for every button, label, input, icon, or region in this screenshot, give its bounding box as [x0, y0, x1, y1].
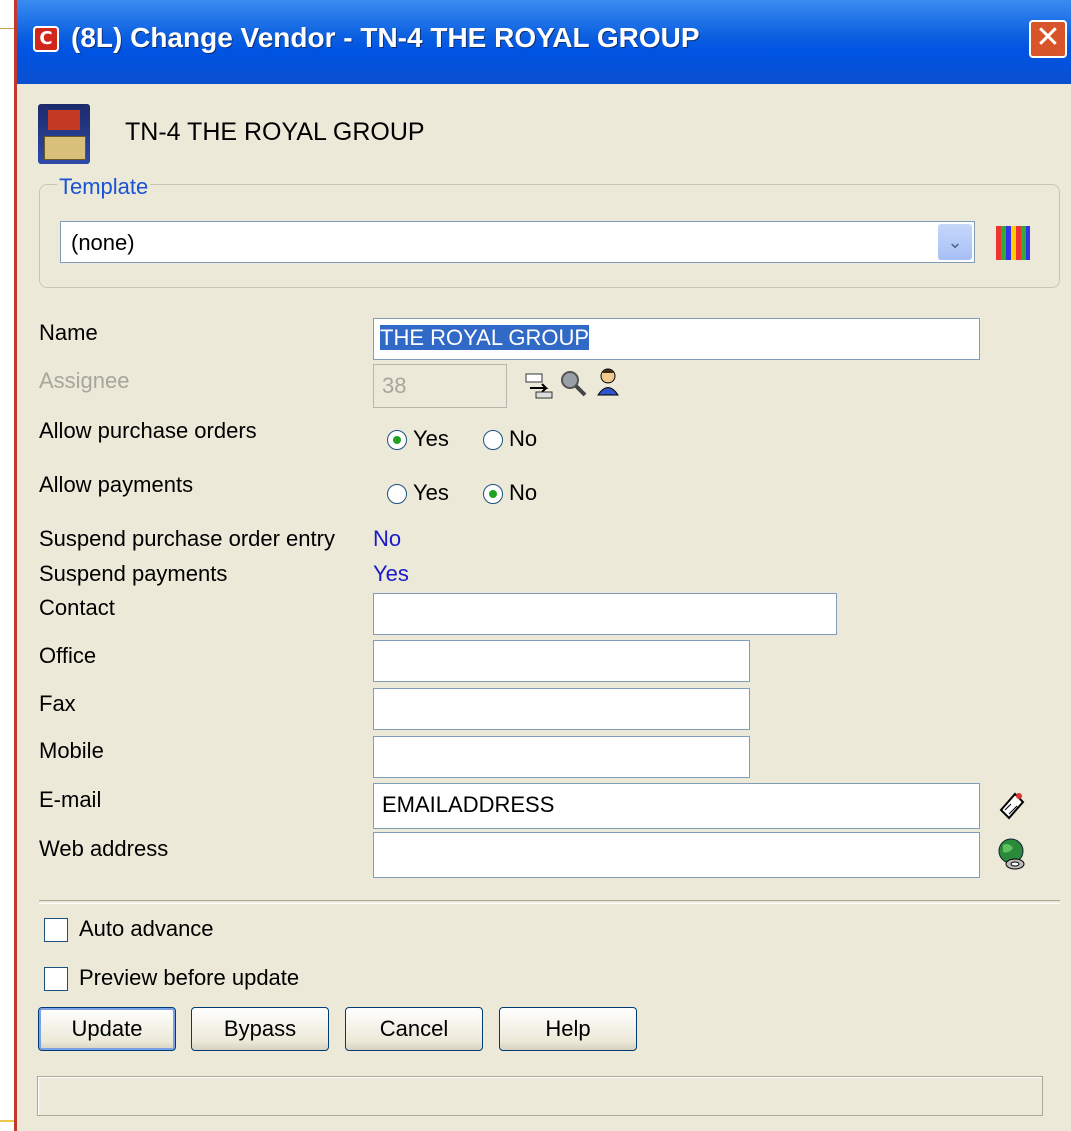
globe-icon[interactable] [995, 836, 1029, 872]
template-select[interactable]: (none) ⌄ [60, 221, 975, 263]
fax-label: Fax [39, 691, 76, 716]
email-field[interactable]: EMAILADDRESS [373, 783, 980, 829]
allow-po-no-label: No [509, 426, 538, 451]
bypass-button[interactable]: Bypass [191, 1007, 329, 1051]
assign-arrow-icon[interactable] [524, 370, 554, 400]
web-address-field[interactable] [373, 832, 980, 878]
web-address-label: Web address [39, 836, 169, 861]
update-button[interactable]: Update [38, 1007, 176, 1051]
suspend-payments-label: Suspend payments [39, 561, 228, 586]
template-legend: Template [57, 174, 151, 200]
person-icon[interactable] [593, 366, 623, 396]
chevron-down-icon[interactable]: ⌄ [938, 224, 972, 260]
allow-po-yes-radio[interactable] [387, 430, 407, 450]
search-icon[interactable] [558, 368, 588, 398]
auto-advance-checkbox[interactable] [44, 918, 68, 942]
name-value: THE ROYAL GROUP [380, 325, 590, 350]
app-icon: C [33, 26, 59, 52]
allow-payments-no-label: No [509, 480, 538, 505]
vendor-logo-icon [38, 104, 90, 164]
allow-payments-yes-label: Yes [413, 480, 449, 505]
help-button[interactable]: Help [499, 1007, 637, 1051]
assignee-field[interactable]: 38 [373, 364, 507, 408]
name-label: Name [39, 320, 98, 345]
email-label: E-mail [39, 787, 102, 812]
logo-box [44, 136, 86, 160]
mobile-label: Mobile [39, 738, 104, 763]
preview-before-update-label: Preview before update [79, 965, 300, 990]
fax-field[interactable] [373, 688, 750, 730]
auto-advance-label: Auto advance [79, 916, 214, 941]
change-vendor-dialog: C (8L) Change Vendor - TN-4 THE ROYAL GR… [14, 0, 1071, 1131]
preview-before-update-checkbox[interactable] [44, 967, 68, 991]
vendor-heading: TN-4 THE ROYAL GROUP [125, 118, 425, 146]
suspend-po-label: Suspend purchase order entry [39, 526, 335, 551]
separator [39, 900, 1060, 904]
contact-field[interactable] [373, 593, 837, 635]
name-field[interactable]: THE ROYAL GROUP [373, 318, 980, 360]
office-label: Office [39, 643, 97, 668]
background-edge-line [0, 28, 14, 29]
contact-label: Contact [39, 595, 115, 620]
suspend-payments-value: Yes [373, 561, 409, 586]
assignee-label: Assignee [39, 368, 130, 393]
allow-po-label: Allow purchase orders [39, 418, 257, 443]
allow-payments-yes-radio[interactable] [387, 484, 407, 504]
title-bar[interactable]: C (8L) Change Vendor - TN-4 THE ROYAL GR… [17, 0, 1071, 84]
logo-crest [48, 110, 80, 130]
email-icon[interactable] [995, 788, 1029, 822]
close-button[interactable]: ✕ [1029, 20, 1067, 58]
status-bar [37, 1076, 1043, 1116]
allow-po-yes-label: Yes [413, 426, 449, 451]
allow-payments-no-radio[interactable] [483, 484, 503, 504]
mobile-field[interactable] [373, 736, 750, 778]
window-title: (8L) Change Vendor - TN-4 THE ROYAL GROU… [71, 22, 700, 53]
office-field[interactable] [373, 640, 750, 682]
allow-po-no-radio[interactable] [483, 430, 503, 450]
suspend-po-value: No [373, 526, 402, 551]
template-selected-value: (none) [71, 230, 135, 255]
template-grid-icon[interactable] [996, 226, 1030, 260]
cancel-button[interactable]: Cancel [345, 1007, 483, 1051]
allow-payments-label: Allow payments [39, 472, 194, 497]
